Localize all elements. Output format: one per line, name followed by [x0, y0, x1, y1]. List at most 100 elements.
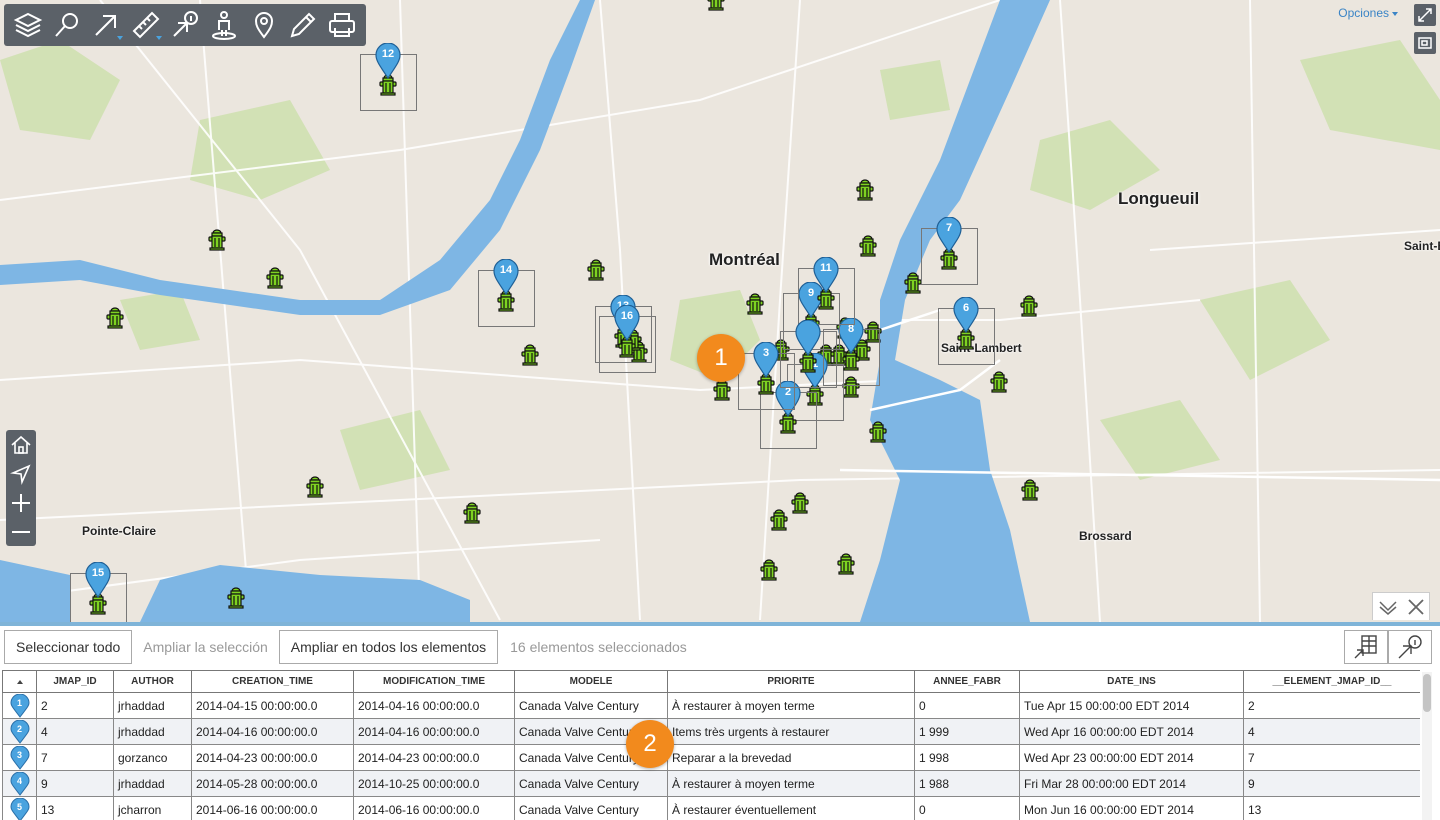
hydrant-icon[interactable] [462, 502, 482, 524]
table-row[interactable]: 3 7 gorzanco 2014-04-23 00:00:00.0 2014-04-2… [2, 744, 1420, 771]
hydrant-icon[interactable] [706, 0, 726, 11]
overview-map-button[interactable] [1414, 32, 1436, 54]
column-header[interactable]: PRIORITE [667, 670, 915, 693]
table-scrollbar[interactable] [1422, 672, 1432, 820]
hydrant-icon[interactable] [769, 509, 789, 531]
sort-arrow-icon [16, 680, 23, 684]
hydrant-icon[interactable] [265, 267, 285, 289]
selected-feature-pin-icon[interactable]: 16 [614, 304, 640, 342]
hydrant-icon[interactable] [226, 587, 246, 609]
row-pin-cell[interactable]: 2 [2, 718, 37, 745]
table-cell: 2 [1243, 692, 1420, 719]
row-pin-cell[interactable]: 5 [2, 796, 37, 820]
options-menu[interactable]: Opciones [1338, 6, 1398, 20]
hydrant-icon[interactable] [105, 307, 125, 329]
column-header[interactable]: DATE_INS [1019, 670, 1244, 693]
close-panel-icon[interactable] [1407, 598, 1425, 616]
selection-count: 16 elementos seleccionados [510, 639, 687, 655]
selected-feature-pin-icon[interactable]: 11 [813, 256, 839, 294]
home-button[interactable] [6, 430, 36, 459]
hydrant-icon[interactable] [858, 235, 878, 257]
scrollbar-thumb[interactable] [1423, 674, 1431, 712]
hydrant-icon[interactable] [759, 559, 779, 581]
place-label-montreal: Montréal [709, 250, 780, 269]
collapse-panel-icon[interactable] [1378, 599, 1398, 615]
table-cell: Tue Apr 15 00:00:00 EDT 2014 [1019, 692, 1244, 719]
edit-button[interactable] [283, 6, 322, 44]
minus-icon [12, 530, 30, 533]
map-toolbar [4, 4, 366, 46]
table-row[interactable]: 4 9 jrhaddad 2014-05-28 00:00:00.0 2014-10-2… [2, 770, 1420, 797]
row-pin-icon: 1 [9, 693, 30, 718]
measure-button[interactable] [126, 6, 165, 44]
column-header[interactable]: JMAP_ID [36, 670, 114, 693]
column-header[interactable]: CREATION_TIME [191, 670, 354, 693]
row-pin-cell[interactable]: 4 [2, 770, 37, 797]
table-row[interactable]: 2 4 jrhaddad 2014-04-16 00:00:00.0 2014-04-1… [2, 718, 1420, 745]
selected-feature-pin-icon[interactable] [795, 319, 821, 357]
fullscreen-button[interactable] [1414, 4, 1436, 26]
hydrant-icon[interactable] [790, 492, 810, 514]
zoom-in-button[interactable] [6, 488, 36, 517]
row-pin-cell[interactable]: 3 [2, 744, 37, 771]
search-button[interactable] [47, 6, 86, 44]
export-table-button[interactable] [1344, 630, 1388, 664]
selected-feature-pin-icon[interactable]: 14 [493, 258, 519, 296]
column-header[interactable]: __ELEMENT_JMAP_ID__ [1243, 670, 1420, 693]
layers-button[interactable] [8, 6, 47, 44]
column-header[interactable]: MODELE [514, 670, 668, 693]
hydrant-icon[interactable] [305, 476, 325, 498]
table-row[interactable]: 5 13 jcharron 2014-06-16 00:00:00.0 2014-06-… [2, 796, 1420, 820]
table-row[interactable]: 1 2 jrhaddad 2014-04-15 00:00:00.0 2014-04-1… [2, 692, 1420, 719]
map-view[interactable]: Montréal Longueuil Saint-Lambert Saint-B… [0, 0, 1440, 622]
magnifier-icon [55, 13, 78, 37]
row-pin-cell[interactable]: 1 [2, 692, 37, 719]
sort-column-header[interactable] [2, 670, 37, 693]
selected-feature-pin-icon[interactable]: 3 [753, 341, 779, 379]
hydrant-icon[interactable] [1020, 479, 1040, 501]
panel-controls [1372, 592, 1430, 620]
hydrant-icon[interactable] [903, 272, 923, 294]
hydrant-icon[interactable] [712, 379, 732, 401]
info-select-button[interactable] [165, 6, 204, 44]
hydrant-icon[interactable] [989, 371, 1009, 393]
table-header-row: JMAP_ID AUTHOR CREATION_TIME MODIFICATIO… [2, 670, 1420, 693]
place-label-pointe-claire: Pointe-Claire [82, 524, 157, 538]
zoom-selection-button[interactable]: Ampliar la selección [132, 630, 279, 664]
arrow-info-icon [173, 11, 198, 37]
table-cell: 2014-10-25 00:00:00.0 [353, 770, 515, 797]
selected-feature-pin-icon[interactable]: 6 [953, 296, 979, 334]
hydrant-icon[interactable] [586, 259, 606, 281]
measure-caret-icon [156, 36, 163, 40]
arrow-info-icon [1398, 635, 1422, 659]
zoom-all-button[interactable]: Ampliar en todos los elementos [278, 630, 499, 664]
select-arrow-button[interactable] [87, 6, 126, 44]
column-header[interactable]: ANNEE_FABR [914, 670, 1020, 693]
table-cell: 2014-05-28 00:00:00.0 [191, 770, 354, 797]
identify-button[interactable] [1388, 630, 1432, 664]
hydrant-icon[interactable] [745, 293, 765, 315]
attribute-table: JMAP_ID AUTHOR CREATION_TIME MODIFICATIO… [2, 670, 1420, 820]
selected-feature-pin-icon[interactable]: 7 [936, 216, 962, 254]
hydrant-icon[interactable] [207, 229, 227, 251]
hydrant-icon[interactable] [868, 421, 888, 443]
app-window: Montréal Longueuil Saint-Lambert Saint-B… [0, 0, 1440, 820]
locate-button[interactable] [244, 6, 283, 44]
row-pin-icon: 5 [9, 797, 30, 820]
hydrant-icon[interactable] [520, 344, 540, 366]
column-header[interactable]: AUTHOR [113, 670, 192, 693]
street-view-button[interactable] [205, 6, 244, 44]
print-button[interactable] [323, 6, 362, 44]
selected-feature-pin-icon[interactable]: 12 [375, 42, 401, 80]
hydrant-icon[interactable] [1019, 295, 1039, 317]
printer-icon [329, 13, 356, 37]
row-pin-icon: 3 [9, 745, 30, 770]
geolocate-button[interactable] [6, 459, 36, 488]
select-all-button[interactable]: Seleccionar todo [4, 630, 133, 664]
zoom-out-button[interactable] [6, 517, 36, 546]
table-cell: 4 [1243, 718, 1420, 745]
hydrant-icon[interactable] [855, 179, 875, 201]
hydrant-icon[interactable] [836, 553, 856, 575]
column-header[interactable]: MODIFICATION_TIME [353, 670, 515, 693]
selected-feature-pin-icon[interactable]: 15 [85, 561, 111, 599]
